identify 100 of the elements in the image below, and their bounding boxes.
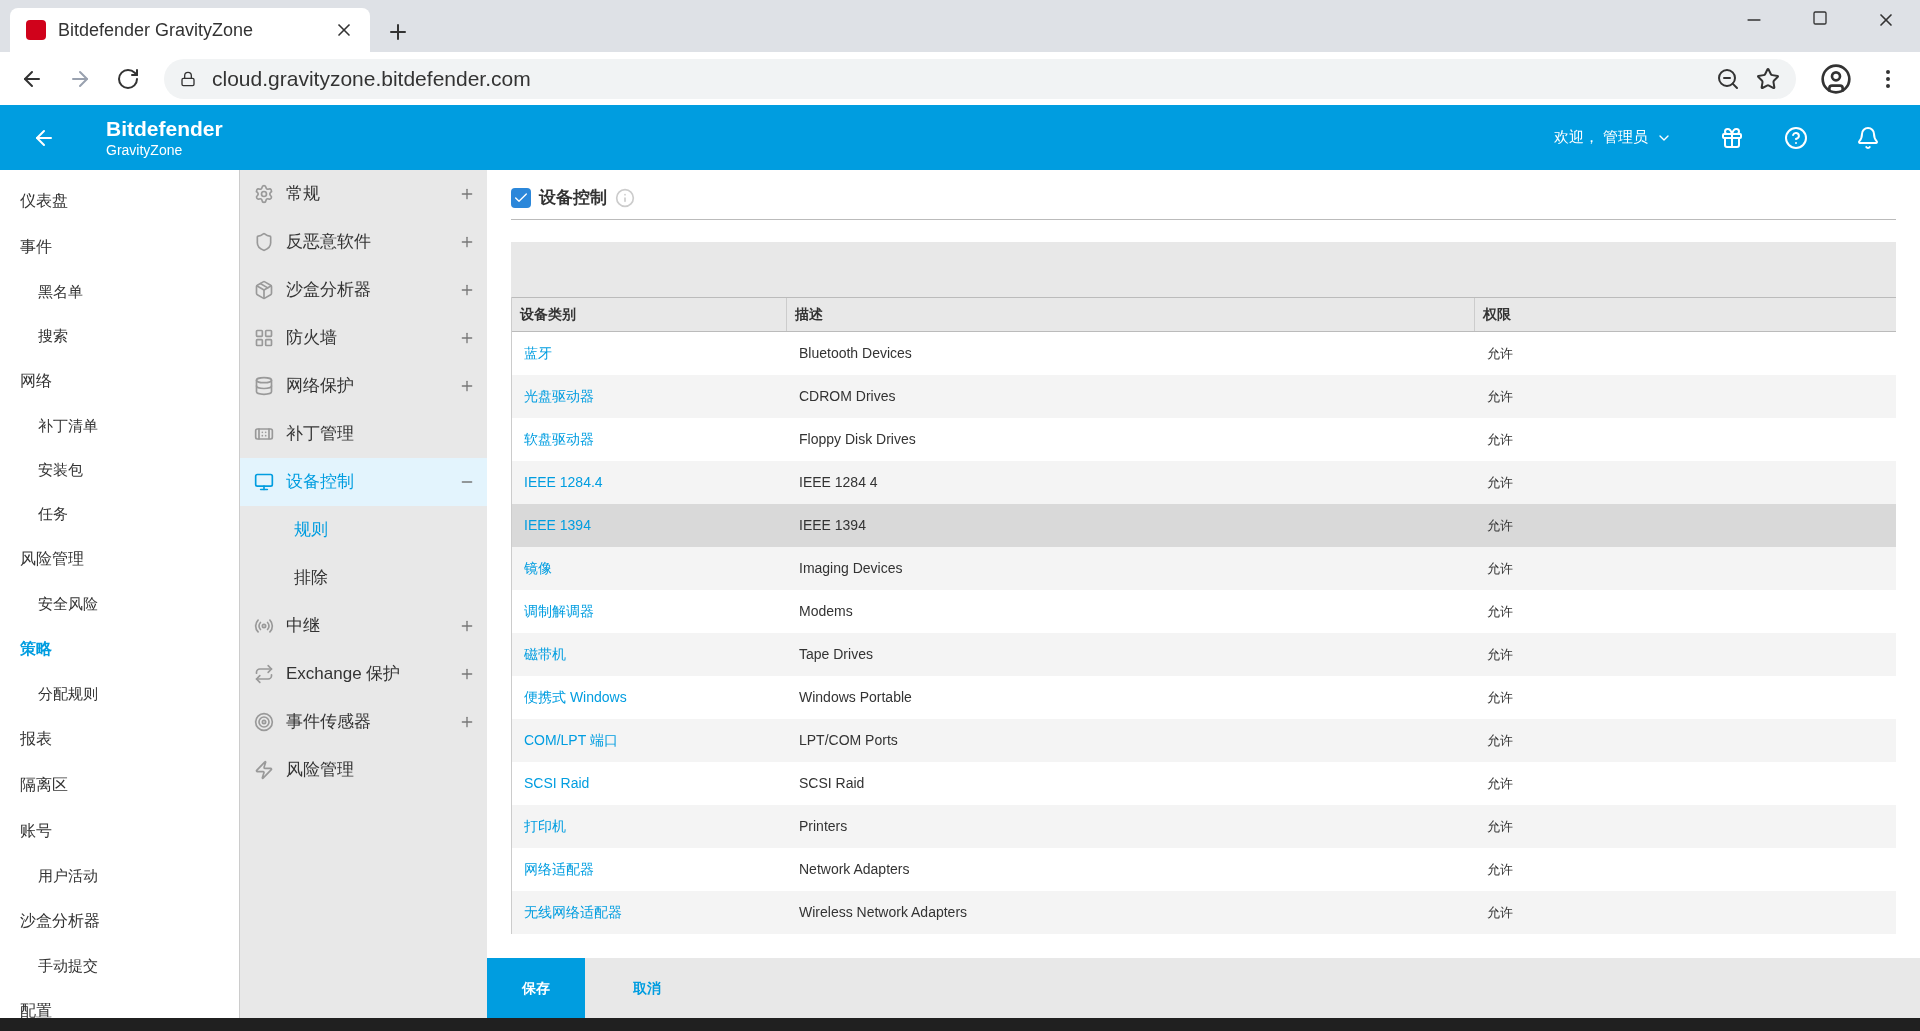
nav-subitem[interactable]: 任务 — [0, 492, 239, 536]
nav-subitem[interactable]: 补丁清单 — [0, 404, 239, 448]
description-cell: Wireless Network Adapters — [799, 903, 968, 920]
permission-cell: 允许 — [1487, 818, 1513, 834]
nav-item[interactable]: 仪表盘 — [0, 178, 239, 224]
nav-subitem[interactable]: 搜索 — [0, 314, 239, 358]
policy-section-item[interactable]: 网络保护 — [240, 362, 487, 410]
lock-icon — [180, 70, 196, 87]
permission-cell: 允许 — [1487, 388, 1513, 404]
expand-icon[interactable] — [459, 714, 475, 730]
nav-item[interactable]: 沙盒分析器 — [0, 898, 239, 944]
gear-icon — [254, 184, 274, 204]
signal-icon — [254, 616, 274, 636]
grid-icon — [254, 328, 274, 348]
policy-section-item[interactable]: 防火墙 — [240, 314, 487, 362]
nav-item[interactable]: 网络 — [0, 358, 239, 404]
permission-cell: 允许 — [1487, 560, 1513, 576]
description-cell: IEEE 1394 — [799, 516, 866, 533]
table-row[interactable]: 镜像 Imaging Devices 允许 — [512, 546, 1896, 590]
description-cell: SCSI Raid — [799, 774, 865, 791]
shield-icon — [254, 232, 274, 252]
permission-cell: 允许 — [1487, 646, 1513, 662]
info-icon[interactable] — [615, 187, 635, 208]
expand-icon[interactable] — [459, 618, 475, 634]
column-header[interactable]: 描述 — [787, 297, 1475, 331]
cube-icon — [254, 280, 274, 300]
nav-subitem[interactable]: 安装包 — [0, 448, 239, 492]
brand-name: Bitdefender — [106, 118, 223, 139]
help-icon[interactable] — [1784, 125, 1808, 150]
description-cell: Network Adapters — [799, 860, 910, 877]
description-cell: Bluetooth Devices — [799, 344, 912, 361]
reload-icon[interactable] — [116, 66, 140, 91]
permission-cell: 允许 — [1487, 474, 1513, 490]
restore-icon[interactable] — [1812, 10, 1828, 26]
nav-item[interactable]: 配置 — [0, 988, 239, 1018]
policy-section-item[interactable]: 风险管理 — [240, 746, 487, 794]
profile-icon[interactable] — [1820, 62, 1852, 95]
target-icon — [254, 712, 274, 732]
policy-section-item[interactable]: 补丁管理 — [240, 410, 487, 458]
permission-cell: 允许 — [1487, 861, 1513, 877]
table-row[interactable]: 无线网络适配器 Wireless Network Adapters 允许 — [512, 890, 1896, 934]
permission-cell: 允许 — [1487, 603, 1513, 619]
nav-subitem[interactable]: 黑名单 — [0, 270, 239, 314]
expand-icon[interactable] — [459, 234, 475, 250]
gift-icon[interactable] — [1720, 125, 1744, 150]
address-bar[interactable]: cloud.gravityzone.bitdefender.com — [164, 58, 1796, 99]
permission-cell: 允许 — [1487, 904, 1513, 920]
description-cell: Floppy Disk Drives — [799, 430, 916, 447]
expand-icon[interactable] — [459, 282, 475, 298]
nav-subitem[interactable]: 手动提交 — [0, 944, 239, 988]
permission-cell: 允许 — [1487, 517, 1513, 533]
column-header[interactable]: 权限 — [1475, 297, 1896, 331]
database-icon — [254, 376, 274, 396]
welcome-text: 欢迎， — [1554, 127, 1599, 148]
permission-cell: 允许 — [1487, 775, 1513, 791]
tab-title: Bitdefender GravityZone — [58, 18, 255, 42]
permission-cell: 允许 — [1487, 732, 1513, 748]
expand-icon[interactable] — [459, 378, 475, 394]
table-row[interactable]: 光盘驱动器 CDROM Drives 允许 — [512, 374, 1896, 418]
description-cell: Tape Drives — [799, 645, 873, 662]
table-row[interactable]: COM/LPT 端口 LPT/COM Ports 允许 — [512, 718, 1896, 762]
nav-subitem[interactable]: 安全风险 — [0, 582, 239, 626]
nav-item[interactable]: 事件 — [0, 224, 239, 270]
description-cell: CDROM Drives — [799, 387, 896, 404]
zoom-icon[interactable] — [1716, 66, 1740, 91]
table-row[interactable]: 打印机 Printers 允许 — [512, 804, 1896, 848]
monitor-icon — [254, 472, 274, 492]
notification-icon[interactable] — [1856, 125, 1880, 150]
description-cell: Modems — [799, 602, 853, 619]
policy-section-item[interactable]: 中继 — [240, 602, 487, 650]
policy-subsection-item[interactable]: 排除 — [240, 554, 487, 602]
product-name: GravityZone — [106, 143, 184, 157]
app-logo-icon — [26, 20, 46, 40]
table-row[interactable]: 磁带机 Tape Drives 允许 — [512, 632, 1896, 676]
policy-section-item[interactable]: 沙盒分析器 — [240, 266, 487, 314]
permission-cell: 允许 — [1487, 431, 1513, 447]
expand-icon[interactable] — [459, 330, 475, 346]
nav-item[interactable]: 风险管理 — [0, 536, 239, 582]
star-icon[interactable] — [1756, 66, 1780, 91]
expand-icon[interactable] — [459, 186, 475, 202]
description-cell: LPT/COM Ports — [799, 731, 898, 748]
column-header[interactable]: 设备类别 — [512, 297, 787, 331]
nav-item[interactable]: 报表 — [0, 716, 239, 762]
policy-section-item[interactable]: Exchange 保护 — [240, 650, 487, 698]
policy-section-item[interactable]: 常规 — [240, 170, 487, 218]
description-cell: Windows Portable — [799, 688, 912, 705]
section-title: 设备控制 — [539, 187, 607, 209]
nav-item[interactable]: 隔离区 — [0, 762, 239, 808]
table-row[interactable]: IEEE 1394 IEEE 1394 允许 — [512, 503, 1896, 547]
description-cell: IEEE 1284 4 — [799, 473, 878, 490]
policy-section-item[interactable]: 事件传感器 — [240, 698, 487, 746]
expand-icon[interactable] — [459, 666, 475, 682]
nav-item[interactable]: 账号 — [0, 808, 239, 854]
policy-section-item[interactable]: 反恶意软件 — [240, 218, 487, 266]
browser-tab[interactable]: Bitdefender GravityZone — [10, 8, 370, 52]
nav-subitem[interactable]: 用户活动 — [0, 854, 239, 898]
permission-cell: 允许 — [1487, 345, 1513, 361]
table-row[interactable]: IEEE 1284.4 IEEE 1284 4 允许 — [512, 460, 1896, 504]
nav-subitem[interactable]: 分配规则 — [0, 672, 239, 716]
enable-checkbox[interactable] — [511, 187, 531, 208]
